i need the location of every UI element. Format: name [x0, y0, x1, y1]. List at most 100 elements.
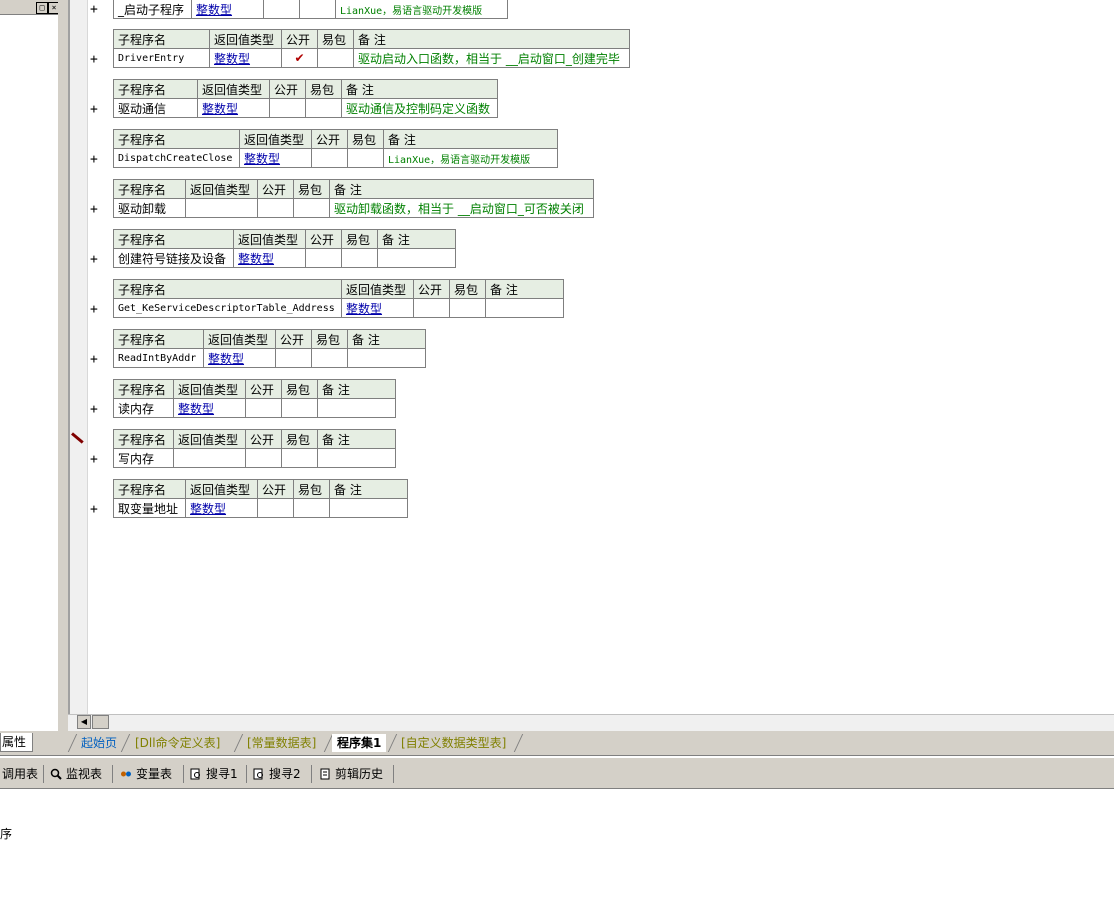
expand-icon[interactable]: + [90, 503, 102, 517]
sub-remark[interactable] [377, 248, 456, 268]
restore-icon[interactable]: □ [36, 2, 48, 14]
sub-public[interactable] [275, 348, 312, 368]
sub-easy[interactable] [305, 98, 342, 118]
sub-public-check[interactable]: ✔ [281, 48, 318, 68]
sub-name[interactable]: 创建符号链接及设备 [113, 248, 234, 268]
sub-name[interactable]: DispatchCreateClose [113, 148, 240, 168]
sub-easy[interactable] [317, 48, 354, 68]
sub-return-type[interactable]: 整数型 [197, 98, 270, 118]
sub-return-type[interactable]: 整数型 [209, 48, 282, 68]
sub-name[interactable]: 取变量地址 [113, 498, 186, 518]
sub-return-type[interactable]: 整数型 [341, 298, 414, 318]
sub-remark[interactable] [317, 448, 396, 468]
expand-icon[interactable]: + [90, 53, 102, 67]
sub-return-type[interactable]: 整数型 [173, 398, 246, 418]
subroutine-table[interactable]: 子程序名 返回值类型 公开 易包 备 注 读内存 整数型 [113, 379, 396, 418]
sub-name[interactable]: 驱动卸载 [113, 198, 186, 218]
splitter[interactable] [58, 0, 68, 735]
expand-icon[interactable]: + [90, 303, 102, 317]
sub-name[interactable]: 读内存 [113, 398, 174, 418]
header-ret: 返回值类型 [203, 329, 276, 349]
subroutine-table[interactable]: 子程序名 返回值类型 公开 易包 备 注 Get_KeServiceDescri… [113, 279, 564, 318]
tab-dll-commands[interactable]: [Dll命令定义表] [130, 734, 225, 752]
sub-public[interactable] [245, 448, 282, 468]
sub-easy[interactable] [299, 0, 336, 19]
horizontal-scrollbar[interactable] [68, 714, 1114, 732]
sub-public[interactable] [269, 98, 306, 118]
sub-return-type[interactable] [173, 448, 246, 468]
expand-icon[interactable]: + [90, 103, 102, 117]
sub-remark[interactable] [485, 298, 564, 318]
subroutine-table[interactable]: 子程序名 返回值类型 公开 易包 备 注 DriverEntry 整数型 ✔ 驱… [113, 29, 630, 68]
sub-return-type[interactable]: 整数型 [203, 348, 276, 368]
header-ret: 返回值类型 [185, 479, 258, 499]
tab-custom-types[interactable]: [自定义数据类型表] [396, 734, 511, 752]
tab-constants[interactable]: [常量数据表] [242, 734, 321, 752]
sub-name[interactable]: 驱动通信 [113, 98, 198, 118]
subroutine-table[interactable]: 子程序名 返回值类型 公开 易包 备 注 DispatchCreateClose… [113, 129, 558, 168]
sub-easy[interactable] [347, 148, 384, 168]
sub-remark[interactable] [329, 498, 408, 518]
subroutine-table[interactable]: _启动子程序 整数型 LianXue，易语言驱动开发模版 [113, 0, 508, 19]
sub-easy[interactable] [293, 198, 330, 218]
watch-button[interactable]: 监视表 [50, 765, 102, 783]
sub-remark[interactable]: 驱动通信及控制码定义函数 [341, 98, 498, 118]
sub-easy[interactable] [311, 348, 348, 368]
sub-public[interactable] [311, 148, 348, 168]
sub-public[interactable] [245, 398, 282, 418]
sub-name[interactable]: 写内存 [113, 448, 174, 468]
sub-return-type[interactable]: 整数型 [233, 248, 306, 268]
sub-remark[interactable] [347, 348, 426, 368]
expand-icon[interactable]: + [90, 253, 102, 267]
sub-name[interactable]: ReadIntByAddr [113, 348, 204, 368]
search1-button[interactable]: 搜寻1 [190, 765, 238, 783]
tab-assembly1[interactable]: 程序集1 [332, 734, 387, 752]
search2-button[interactable]: 搜寻2 [253, 765, 301, 783]
sub-public[interactable] [257, 198, 294, 218]
sub-remark[interactable]: 驱动启动入口函数，相当于 __启动窗口_创建完毕 [353, 48, 630, 68]
sub-remark[interactable]: LianXue，易语言驱动开发模版 [335, 0, 508, 19]
sub-return-type[interactable]: 整数型 [191, 0, 264, 19]
sub-remark[interactable]: 驱动卸载函数，相当于 __启动窗口_可否被关闭 [329, 198, 594, 218]
sub-public[interactable] [305, 248, 342, 268]
tab-properties[interactable]: 属性 [0, 733, 33, 752]
sub-public[interactable] [413, 298, 450, 318]
sub-easy[interactable] [281, 398, 318, 418]
tab-start-page[interactable]: 起始页 [76, 734, 122, 752]
sub-remark[interactable]: LianXue，易语言驱动开发模版 [383, 148, 558, 168]
sub-return-type[interactable]: 整数型 [239, 148, 312, 168]
scroll-left-icon[interactable]: ◀ [77, 715, 91, 729]
expand-icon[interactable]: + [90, 153, 102, 167]
subroutine-table[interactable]: 子程序名 返回值类型 公开 易包 备 注 取变量地址 整数型 [113, 479, 408, 518]
sub-easy[interactable] [449, 298, 486, 318]
output-panel[interactable] [0, 790, 1114, 914]
variables-button[interactable]: 变量表 [120, 765, 172, 783]
expand-icon[interactable]: + [90, 203, 102, 217]
subroutine-table[interactable]: 子程序名 返回值类型 公开 易包 备 注 驱动通信 整数型 驱动通信及控制码定义… [113, 79, 498, 118]
scrollbar-thumb[interactable] [92, 715, 109, 729]
sub-public[interactable] [263, 0, 300, 19]
subroutine-table[interactable]: 子程序名 返回值类型 公开 易包 备 注 驱动卸载 驱动卸载函数，相当于 __启… [113, 179, 594, 218]
subroutine-table[interactable]: 子程序名 返回值类型 公开 易包 备 注 写内存 [113, 429, 396, 468]
sub-easy[interactable] [281, 448, 318, 468]
clip-history-button[interactable]: 剪辑历史 [319, 765, 383, 783]
sub-return-type[interactable] [185, 198, 258, 218]
expand-icon[interactable]: + [90, 453, 102, 467]
sub-easy[interactable] [341, 248, 378, 268]
header-remark: 备 注 [383, 129, 558, 149]
expand-icon[interactable]: + [90, 3, 102, 17]
header-pub: 公开 [245, 379, 282, 399]
sub-return-type[interactable]: 整数型 [185, 498, 258, 518]
sub-easy[interactable] [293, 498, 330, 518]
expand-icon[interactable]: + [90, 403, 102, 417]
expand-icon[interactable]: + [90, 353, 102, 367]
sub-name[interactable]: Get_KeServiceDescriptorTable_Address [113, 298, 342, 318]
sub-name[interactable]: _启动子程序 [113, 0, 192, 19]
call-table-button[interactable]: 调用表 [2, 765, 38, 783]
sub-public[interactable] [257, 498, 294, 518]
subroutine-table[interactable]: 子程序名 返回值类型 公开 易包 备 注 创建符号链接及设备 整数型 [113, 229, 456, 268]
sub-name[interactable]: DriverEntry [113, 48, 210, 68]
sub-remark[interactable] [317, 398, 396, 418]
subroutine-table[interactable]: 子程序名 返回值类型 公开 易包 备 注 ReadIntByAddr 整数型 [113, 329, 426, 368]
header-name: 子程序名 [113, 379, 174, 399]
